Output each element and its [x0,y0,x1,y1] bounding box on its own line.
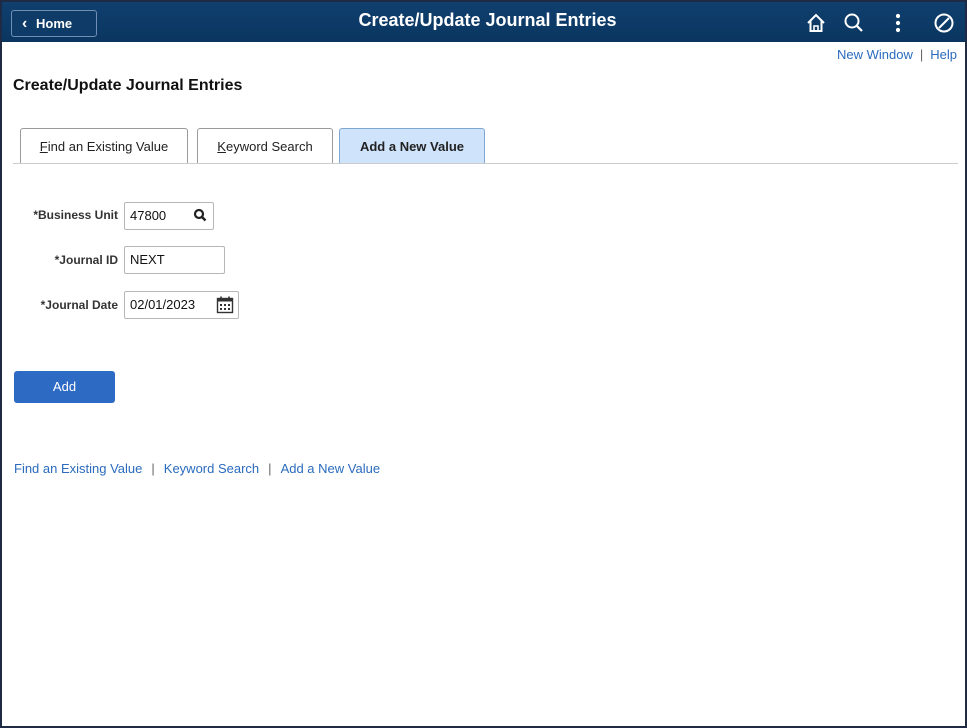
business-unit-value: 47800 [130,208,167,223]
link-separator: | [919,47,924,62]
add-button[interactable]: Add [14,371,115,403]
keyword-search-link[interactable]: Keyword Search [164,461,259,476]
more-vertical-icon[interactable] [884,10,912,36]
add-new-value-link[interactable]: Add a New Value [281,461,381,476]
window-frame: ‹ Home Create/Update Journal Entries New… [0,0,967,728]
tab-keyword-search[interactable]: Keyword Search [197,128,333,163]
top-links: New Window | Help [837,47,957,62]
help-link[interactable]: Help [930,47,957,62]
tab-find-existing-value[interactable]: Find an Existing Value [20,128,188,163]
business-unit-label: *Business Unit [33,208,118,222]
header-banner: ‹ Home Create/Update Journal Entries [2,2,965,42]
journal-date-label: *Journal Date [40,298,118,312]
link-separator: | [151,461,155,476]
tab-accesskey: K [217,139,226,154]
journal-id-field[interactable]: NEXT [124,246,225,274]
journal-id-label: *Journal ID [54,253,118,267]
navbar-compass-icon[interactable] [930,10,958,36]
link-separator: | [268,461,272,476]
new-window-link[interactable]: New Window [837,47,913,62]
journal-id-value: NEXT [130,252,165,267]
business-unit-field[interactable]: 47800 [124,202,214,230]
tab-label: ind an Existing Value [47,139,169,154]
lookup-search-icon[interactable] [193,205,207,234]
tab-label: Add a New Value [359,139,465,154]
tab-label: eyword Search [225,139,313,154]
tab-accesskey: F [39,139,48,154]
tab-add-new-value[interactable]: Add a New Value [339,128,485,164]
journal-date-value: 02/01/2023 [130,297,196,312]
page-title: Create/Update Journal Entries [13,77,243,94]
bottom-links: Find an Existing Value | Keyword Search | Ad… [14,461,380,476]
find-existing-value-link[interactable]: Find an Existing Value [14,461,142,476]
tab-divider [13,163,958,164]
calendar-icon[interactable] [216,295,234,324]
home-icon[interactable] [802,10,830,36]
journal-date-field[interactable]: 02/01/2023 [124,291,239,319]
search-icon[interactable] [840,10,868,36]
